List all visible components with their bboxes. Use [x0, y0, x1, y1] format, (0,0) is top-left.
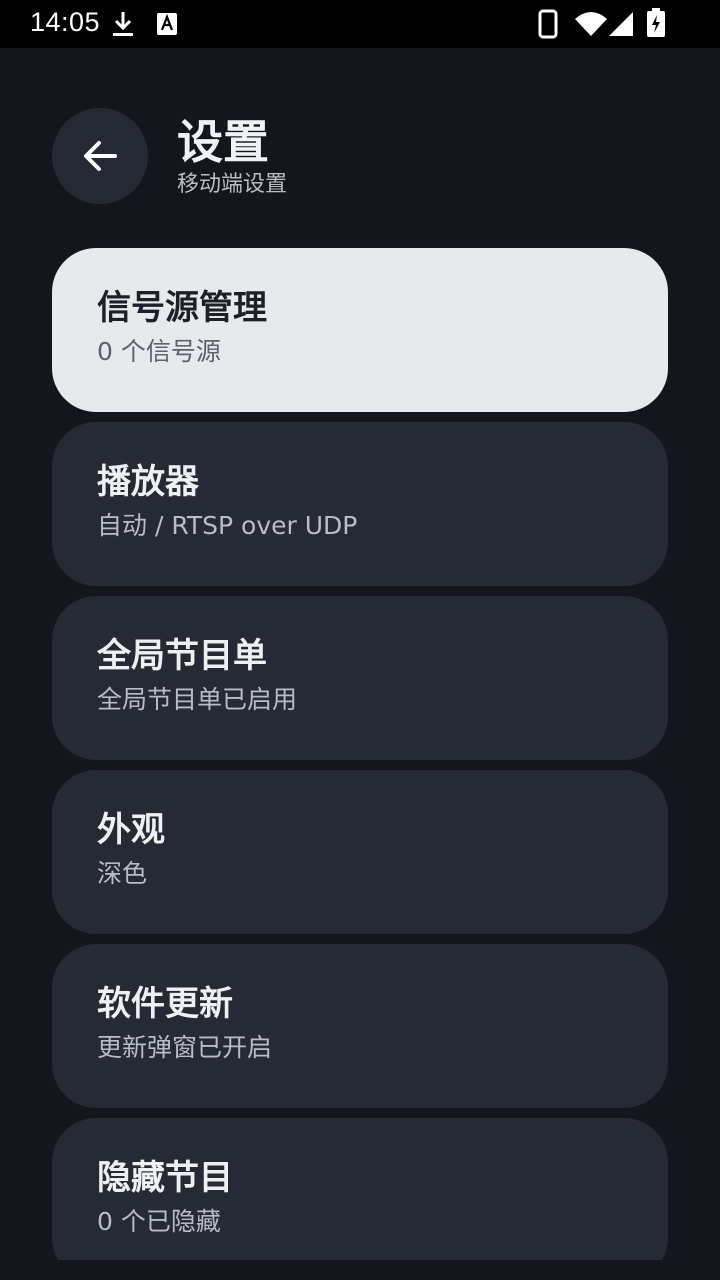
settings-item-title: 隐藏节目 — [97, 1158, 233, 1198]
wifi-icon — [574, 11, 608, 41]
settings-item-player[interactable]: 播放器 自动 / RTSP over UDP — [52, 422, 668, 586]
settings-item-title: 信号源管理 — [97, 288, 267, 328]
settings-item-hidden-channels[interactable]: 隐藏节目 0 个已隐藏 — [52, 1118, 668, 1260]
settings-item-global-epg[interactable]: 全局节目单 全局节目单已启用 — [52, 596, 668, 760]
settings-item-subtitle: 全局节目单已启用 — [97, 685, 298, 714]
text-a-icon — [156, 12, 178, 40]
settings-item-appearance[interactable]: 外观 深色 — [52, 770, 668, 934]
battery-charging-icon — [646, 8, 666, 42]
settings-item-subtitle: 更新弹窗已开启 — [97, 1033, 273, 1062]
status-time: 14:05 — [30, 7, 101, 37]
signal-icon — [608, 11, 634, 41]
page-subtitle: 移动端设置 — [177, 172, 288, 197]
settings-item-title: 外观 — [97, 810, 165, 850]
phone-icon — [538, 9, 558, 43]
settings-item-title: 软件更新 — [97, 984, 233, 1024]
header: 设置 移动端设置 — [0, 48, 720, 238]
settings-item-title: 全局节目单 — [97, 636, 267, 676]
settings-item-subtitle: 自动 / RTSP over UDP — [97, 511, 358, 540]
download-icon — [110, 10, 136, 42]
settings-item-sources[interactable]: 信号源管理 0 个信号源 — [52, 248, 668, 412]
settings-list: 信号源管理 0 个信号源 播放器 自动 / RTSP over UDP 全局节目… — [52, 248, 668, 1260]
page-title: 设置 — [177, 115, 269, 169]
back-button[interactable] — [52, 108, 148, 204]
settings-item-subtitle: 0 个已隐藏 — [97, 1207, 221, 1236]
settings-item-title: 播放器 — [97, 462, 199, 502]
settings-item-subtitle: 深色 — [97, 859, 148, 888]
arrow-left-icon — [81, 139, 119, 173]
status-bar: 14:05 — [0, 0, 720, 48]
settings-item-subtitle: 0 个信号源 — [97, 337, 221, 366]
settings-item-updates[interactable]: 软件更新 更新弹窗已开启 — [52, 944, 668, 1108]
